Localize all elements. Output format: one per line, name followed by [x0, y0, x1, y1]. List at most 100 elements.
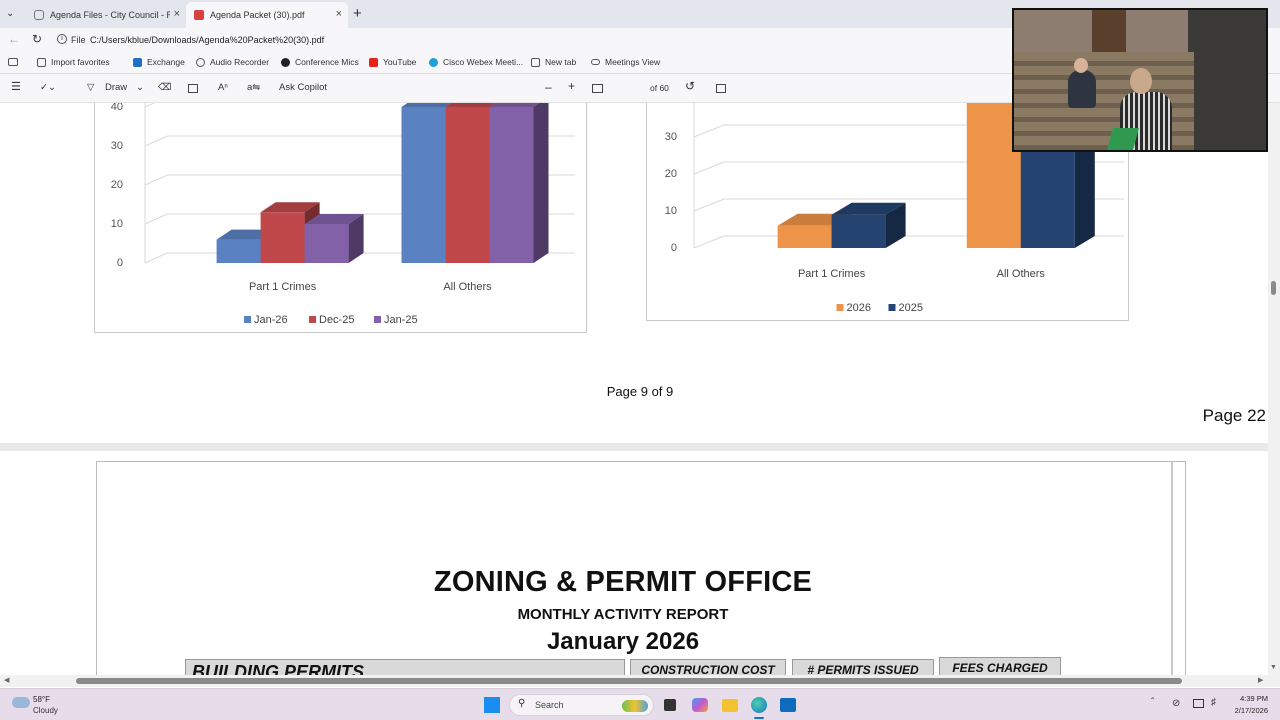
bar-front [777, 225, 832, 248]
draw-button[interactable]: Draw [105, 82, 127, 93]
bookmark-new-tab[interactable]: New tab [531, 57, 576, 67]
text-box-icon[interactable] [188, 84, 198, 93]
newtab-icon [531, 57, 540, 67]
header-fees-charged: FEES CHARGED [939, 657, 1061, 675]
bar-front [260, 212, 305, 263]
read-aloud-icon[interactable]: Aⁿ [218, 82, 228, 93]
fit-page-icon[interactable] [592, 84, 603, 93]
scroll-down-arrow-icon[interactable]: ▼ [1270, 664, 1277, 671]
bookmark-exchange[interactable]: Exchange [133, 57, 185, 67]
weather-temp[interactable]: 58°F [33, 695, 50, 704]
y-tick-label: 40 [665, 103, 677, 106]
display-icon[interactable] [1193, 699, 1204, 708]
tray-chevron-icon[interactable]: ˆ [1151, 697, 1154, 708]
refresh-icon[interactable]: ↻ [32, 32, 42, 46]
close-tab-icon[interactable]: × [174, 8, 180, 20]
bookmark-label: Meetings View [605, 57, 661, 67]
clock-time[interactable]: 4:39 PM [1228, 694, 1268, 703]
scrollbar-thumb[interactable] [1271, 281, 1276, 295]
pdf-page-22: 0 10 20 30 40 Part 1 Crimes All Others Jan-26 De… [0, 103, 1268, 443]
sidebar-toggle-icon[interactable] [8, 58, 18, 66]
copilot-app-icon[interactable] [692, 698, 708, 712]
bookmark-audio-recorder[interactable]: Audio Recorder [196, 57, 269, 67]
zoom-in-icon[interactable]: + [568, 79, 575, 93]
bookmark-label: Audio Recorder [210, 57, 270, 67]
y-tick-label: 0 [671, 242, 677, 254]
bookmark-label: Exchange [147, 57, 185, 67]
bookmark-meetings-view[interactable]: Meetings View [591, 57, 660, 67]
legend-swatch [836, 304, 844, 311]
gridline-depth [693, 124, 725, 138]
draw-icon[interactable]: ▽ [87, 82, 94, 93]
weather-desc[interactable]: Cloudy [33, 706, 58, 715]
translate-icon[interactable]: a⇋ [247, 82, 260, 93]
scrollbar-thumb[interactable] [76, 678, 1182, 684]
outlook-app-icon[interactable] [780, 698, 796, 712]
url-field[interactable]: C:/Users/kblue/Downloads/Agenda%20Packet… [90, 35, 324, 45]
y-tick-label: 40 [111, 103, 123, 113]
header-label: # PERMITS ISSUED [807, 663, 919, 675]
network-off-icon[interactable]: ⊘ [1172, 698, 1180, 709]
bookmark-youtube[interactable]: YouTube [369, 57, 416, 67]
youtube-icon [369, 57, 378, 67]
contents-list-icon[interactable]: ☰ [11, 80, 21, 93]
header-construction-cost: CONSTRUCTION COST [630, 659, 786, 675]
page-footer-right: Page 22 [1202, 406, 1266, 425]
start-windows-icon[interactable] [484, 697, 500, 713]
person-seated-left [1068, 70, 1096, 108]
dark-curtain [1188, 10, 1266, 150]
scroll-left-arrow-icon[interactable]: ◀ [4, 676, 9, 684]
meeting-video-overlay[interactable] [1012, 8, 1268, 152]
vertical-scrollbar[interactable]: ▼ [1268, 103, 1280, 675]
bookmark-import-favorites[interactable]: Import favorites [37, 57, 110, 67]
zoom-out-icon[interactable]: – [545, 80, 552, 94]
page-footer-center: Page 9 of 9 [606, 384, 674, 399]
task-view-icon[interactable] [664, 699, 676, 711]
eraser-icon[interactable]: ⌫ [158, 82, 171, 93]
clock-date[interactable]: 2/17/2026 [1224, 706, 1268, 715]
y-tick-label: 0 [117, 257, 123, 269]
back-icon[interactable]: ← [8, 32, 20, 46]
edge-active-indicator [754, 717, 764, 719]
horizontal-scrollbar[interactable]: ◀ ▶ [0, 675, 1280, 687]
legend-label: 2026 [847, 302, 871, 314]
scroll-right-arrow-icon[interactable]: ▶ [1258, 676, 1263, 684]
y-tick-label: 10 [111, 218, 123, 230]
draw-dropdown-icon[interactable]: ⌄ [136, 82, 144, 93]
crime-chart-monthly: 0 10 20 30 40 Part 1 Crimes All Others Jan-26 De… [111, 103, 575, 326]
bookmark-label: YouTube [383, 57, 417, 67]
category-label: All Others [443, 281, 492, 293]
tab-agenda-packet[interactable]: Agenda Packet (30).pdf × [186, 2, 348, 28]
edge-browser-icon[interactable] [751, 697, 767, 713]
pdf-page-23: ZONING & PERMIT OFFICE MONTHLY ACTIVITY … [0, 451, 1268, 675]
bar-front [445, 107, 490, 263]
volume-icon[interactable]: ♯ [1211, 697, 1216, 708]
legend-label: Jan-25 [384, 314, 418, 326]
highlight-icon[interactable]: ✓⌄ [40, 82, 56, 93]
ask-copilot-button[interactable]: Ask Copilot [279, 82, 327, 93]
doorway [1092, 10, 1126, 58]
category-label: All Others [997, 268, 1046, 280]
taskbar-search-box[interactable]: ⚲ Search [509, 694, 654, 716]
rotate-icon[interactable]: ↺ [685, 79, 695, 93]
bookmark-webex[interactable]: Cisco Webex Meeti... [429, 57, 523, 67]
legend-swatch [374, 316, 381, 323]
header-label: CONSTRUCTION COST [641, 663, 775, 675]
close-tab-icon[interactable]: × [336, 8, 342, 20]
new-tab-icon[interactable]: + [353, 5, 362, 22]
cloudy-weather-icon[interactable] [12, 697, 30, 708]
gridline-depth [144, 135, 168, 147]
info-icon[interactable]: i [57, 34, 67, 44]
bar-front [401, 107, 446, 263]
report-subtitle: MONTHLY ACTIVITY REPORT [517, 606, 729, 623]
category-label: Part 1 Crimes [249, 281, 317, 293]
file-explorer-icon[interactable] [722, 699, 738, 712]
tab-actions-chevron-icon[interactable]: ⌄ [6, 8, 14, 19]
bookmark-label: Conference Mics [295, 57, 359, 67]
bookmark-conference-mics[interactable]: Conference Mics [281, 57, 359, 67]
pdf-viewer[interactable]: 0 10 20 30 40 Part 1 Crimes All Others Jan-26 De… [0, 103, 1280, 675]
person-head-left [1074, 58, 1088, 73]
page-view-icon[interactable] [716, 84, 726, 93]
tab-agenda-files[interactable]: Agenda Files - City Council - Regu × [26, 2, 186, 28]
legend-swatch [309, 316, 316, 323]
